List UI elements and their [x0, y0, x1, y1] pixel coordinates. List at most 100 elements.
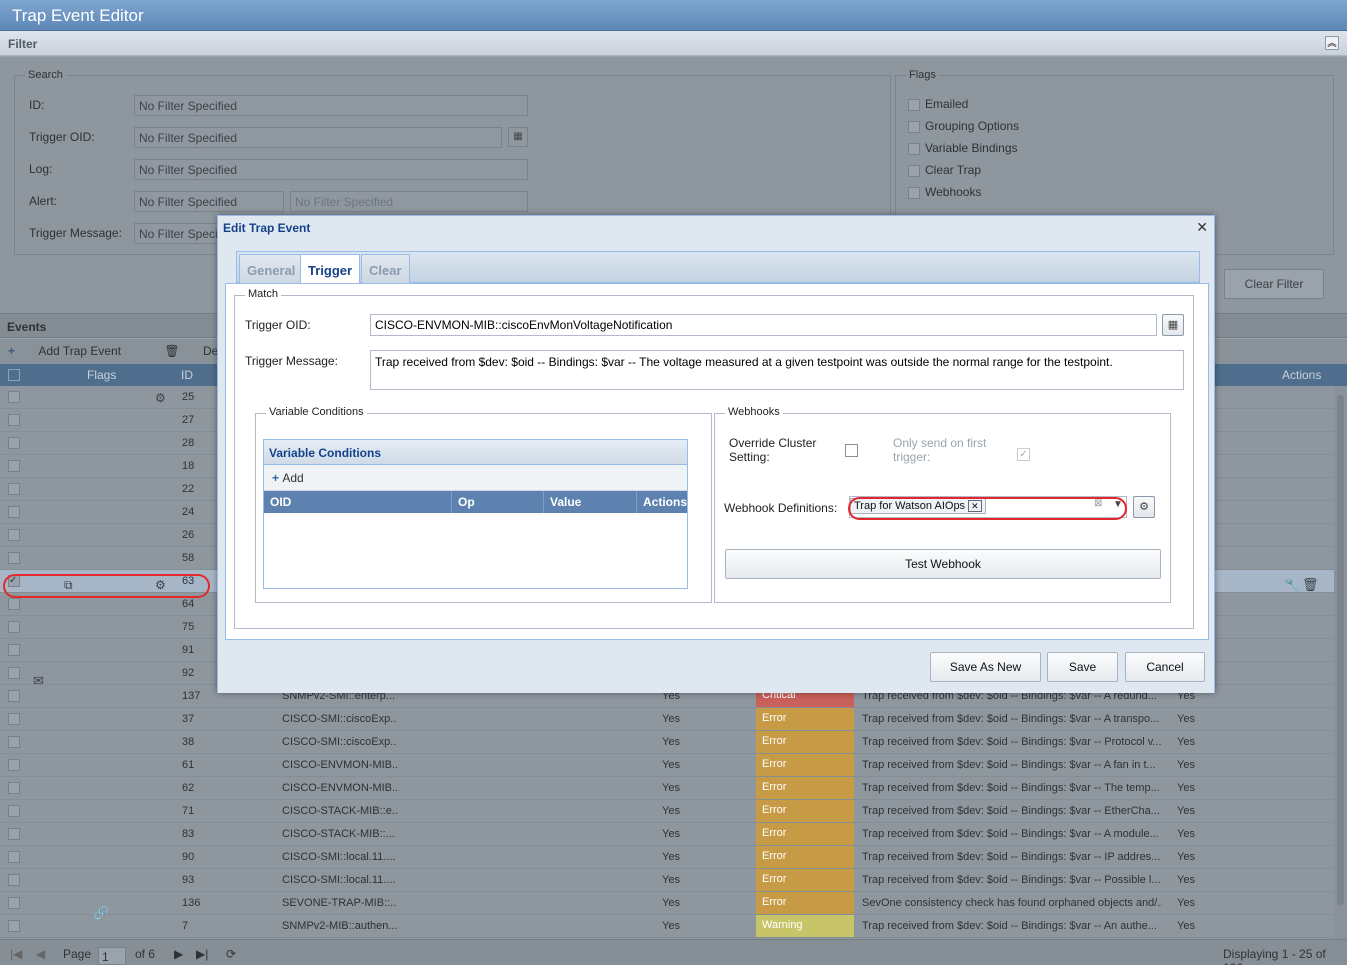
- filter-alert-select-2[interactable]: No Filter Specified: [290, 191, 528, 212]
- trigger-oid-input[interactable]: CISCO-ENVMON-MIB::ciscoEnvMonVoltageNoti…: [370, 314, 1157, 336]
- table-row[interactable]: 7 SNMPv2-MIB::authen... Yes Warning Trap rec…: [0, 915, 1334, 938]
- col-id[interactable]: ID: [181, 368, 193, 382]
- table-row[interactable]: 62 CISCO-ENVMON-MIB... Yes Error Trap receiv…: [0, 777, 1334, 800]
- table-row[interactable]: 38 CISCO-SMI::ciscoExp... Yes Error Trap rec…: [0, 731, 1334, 754]
- cell-log: Yes: [1177, 805, 1195, 817]
- table-row[interactable]: 136 SEVONE-TRAP-MIB::... Yes Error SevOne co…: [0, 892, 1334, 915]
- cell-id: 91: [182, 644, 195, 656]
- row-checkbox[interactable]: [8, 644, 20, 656]
- cell-enabled: Yes: [662, 874, 680, 886]
- cell-id: 27: [182, 414, 195, 426]
- delete-icon[interactable]: 🗑: [1302, 577, 1319, 593]
- row-checkbox[interactable]: [8, 736, 20, 748]
- row-checkbox[interactable]: [8, 506, 20, 518]
- cell-id: 90: [182, 851, 195, 863]
- tab-trigger[interactable]: Trigger: [300, 254, 361, 284]
- table-row[interactable]: 71 CISCO-STACK-MIB::e... Yes Error Trap rece…: [0, 800, 1334, 823]
- tab-general[interactable]: General: [239, 254, 304, 284]
- first-page-icon[interactable]: |◀: [10, 947, 22, 961]
- flag-clear-trap[interactable]: Clear Trap: [908, 163, 981, 177]
- add-trap-event-label: Add Trap Event: [38, 344, 122, 358]
- row-checkbox[interactable]: [8, 897, 20, 909]
- row-checkbox[interactable]: [8, 437, 20, 449]
- only-first-trigger-checkbox[interactable]: ✓: [1017, 448, 1030, 461]
- flag-checkbox[interactable]: [908, 142, 920, 155]
- plus-icon: +: [272, 471, 283, 485]
- flag-checkbox[interactable]: [908, 164, 920, 177]
- refresh-icon[interactable]: ⟳: [226, 947, 236, 961]
- table-row[interactable]: 37 CISCO-SMI::ciscoExp... Yes Error Trap rec…: [0, 708, 1334, 731]
- app-title: Trap Event Editor: [0, 0, 1347, 31]
- table-row[interactable]: 83 CISCO-STACK-MIB::... Yes Error Trap recei…: [0, 823, 1334, 846]
- table-row[interactable]: 90 CISCO-SMI::local.11.... Yes Error Trap re…: [0, 846, 1334, 869]
- row-checkbox[interactable]: [8, 598, 20, 610]
- row-checkbox[interactable]: [8, 690, 20, 702]
- row-checkbox[interactable]: [8, 552, 20, 564]
- flag-grouping-options[interactable]: Grouping Options: [908, 119, 1019, 133]
- last-page-icon[interactable]: ▶|: [196, 947, 208, 961]
- row-checkbox[interactable]: [8, 851, 20, 863]
- oid-browse-icon[interactable]: ▦: [508, 127, 528, 147]
- row-checkbox[interactable]: [8, 874, 20, 886]
- row-checkbox[interactable]: [8, 828, 20, 840]
- filter-alert-select[interactable]: No Filter Specified: [134, 191, 284, 212]
- close-icon[interactable]: ✕: [1196, 219, 1208, 236]
- test-webhook-button[interactable]: Test Webhook: [725, 549, 1161, 579]
- table-row[interactable]: 61 CISCO-ENVMON-MIB... Yes Error Trap receiv…: [0, 754, 1334, 777]
- clear-filter-button[interactable]: Clear Filter: [1224, 269, 1324, 299]
- save-button[interactable]: Save: [1047, 652, 1118, 682]
- flag-label: Clear Trap: [925, 163, 982, 177]
- filter-id-input[interactable]: No Filter Specified: [134, 95, 528, 116]
- oid-browse-icon[interactable]: ▦: [1162, 314, 1184, 336]
- col-actions[interactable]: Actions: [636, 491, 687, 513]
- cell-message: Trap received from $dev: $oid -- Binding…: [862, 759, 1156, 771]
- filter-log-select[interactable]: No Filter Specified: [134, 159, 528, 180]
- email-icon: ✉: [33, 673, 44, 688]
- edit-icon[interactable]: 🔧: [1284, 577, 1300, 593]
- row-checkbox[interactable]: [8, 920, 20, 932]
- row-checkbox[interactable]: [8, 483, 20, 495]
- filter-trigger-message-input[interactable]: No Filter Specified: [134, 223, 224, 244]
- flag-webhooks[interactable]: Webhooks: [908, 185, 981, 199]
- webhook-manage-icon[interactable]: ⚙: [1133, 496, 1155, 518]
- override-cluster-checkbox[interactable]: [845, 444, 858, 457]
- row-checkbox[interactable]: [8, 529, 20, 541]
- flag-emailed[interactable]: Emailed: [908, 97, 968, 111]
- filter-trigger-oid-input[interactable]: No Filter Specified: [134, 127, 502, 148]
- row-checkbox[interactable]: [8, 713, 20, 725]
- variable-conditions-title: Variable Conditions: [264, 440, 687, 465]
- add-trap-event-button[interactable]: + Add Trap Event: [8, 344, 141, 358]
- webhook-icon: ⚙: [155, 391, 166, 405]
- flag-variable-bindings[interactable]: Variable Bindings: [908, 141, 1018, 155]
- row-checkbox[interactable]: [8, 391, 20, 403]
- row-checkbox[interactable]: [8, 460, 20, 472]
- add-condition-button[interactable]: + Add: [272, 471, 304, 485]
- flag-checkbox[interactable]: [908, 120, 920, 133]
- col-oid[interactable]: OID: [264, 491, 291, 513]
- flag-checkbox[interactable]: [908, 98, 920, 111]
- trigger-message-textarea[interactable]: Trap received from $dev: $oid -- Binding…: [370, 350, 1184, 390]
- row-checkbox[interactable]: [8, 759, 20, 771]
- table-row[interactable]: 93 CISCO-SMI::local.11.... Yes Error Trap re…: [0, 869, 1334, 892]
- col-value[interactable]: Value: [543, 491, 581, 513]
- row-checkbox[interactable]: [8, 805, 20, 817]
- select-all-checkbox[interactable]: [8, 369, 20, 381]
- prev-page-icon[interactable]: ◀: [36, 947, 45, 961]
- row-checkbox[interactable]: [8, 414, 20, 426]
- row-checkbox[interactable]: [8, 782, 20, 794]
- cancel-button[interactable]: Cancel: [1125, 652, 1205, 682]
- tab-clear[interactable]: Clear: [361, 254, 410, 284]
- col-op[interactable]: Op: [451, 491, 475, 513]
- flag-checkbox[interactable]: [908, 186, 920, 199]
- row-checkbox[interactable]: [8, 621, 20, 633]
- collapse-icon[interactable]: ︽: [1325, 36, 1339, 50]
- col-actions[interactable]: Actions: [1282, 368, 1321, 382]
- col-flags[interactable]: Flags: [87, 368, 116, 382]
- plus-icon: +: [8, 344, 19, 358]
- next-page-icon[interactable]: ▶: [174, 947, 183, 961]
- cell-id: 61: [182, 759, 195, 771]
- save-as-new-button[interactable]: Save As New: [930, 652, 1041, 682]
- grid-scroll-thumb[interactable]: [1337, 395, 1344, 905]
- row-checkbox[interactable]: [8, 667, 20, 679]
- page-input[interactable]: 1: [98, 947, 126, 965]
